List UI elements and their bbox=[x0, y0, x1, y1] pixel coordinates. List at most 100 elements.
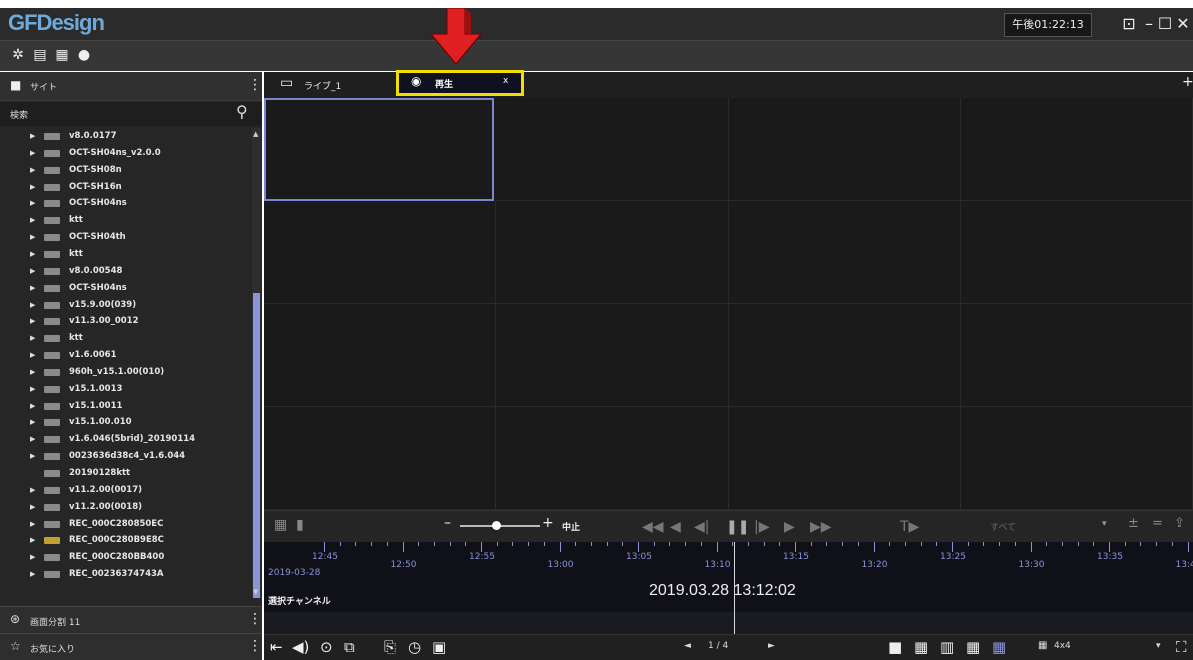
scroll-down-icon[interactable]: ▼ bbox=[253, 588, 258, 596]
tree-item[interactable]: ▶OCT-SH04ns bbox=[0, 280, 250, 297]
export-clip-icon[interactable]: ⇪ bbox=[1174, 516, 1185, 531]
tab-live-label[interactable]: ライブ_1 bbox=[304, 79, 341, 92]
tab-close-icon[interactable]: x bbox=[503, 76, 508, 86]
fast-forward-icon[interactable]: ▶▶ bbox=[810, 518, 832, 536]
timeline-track[interactable] bbox=[264, 612, 1193, 634]
bookmark-icon[interactable]: ▮ bbox=[296, 517, 304, 533]
fullscreen-icon[interactable]: ⛶ bbox=[1176, 638, 1187, 656]
filter-dropdown-icon[interactable]: ▾ bbox=[1102, 519, 1107, 529]
add-marker-icon[interactable]: ± bbox=[1128, 516, 1139, 531]
tree-item[interactable]: ▶0023636d38c4_v1.6.044 bbox=[0, 448, 250, 465]
video-cell[interactable] bbox=[961, 304, 1193, 407]
tree-item[interactable]: ▶OCT-SH04ns_v2.0.0 bbox=[0, 145, 250, 162]
search-row[interactable]: 検索 ⚲ bbox=[0, 102, 262, 126]
zoom-in-button[interactable]: + bbox=[542, 515, 554, 531]
favorites-panel[interactable]: ☆ お気に入り ⋮ bbox=[0, 633, 262, 660]
layout-dropdown-icon[interactable]: ▾ bbox=[1156, 641, 1161, 651]
play-forward-icon[interactable]: ▶ bbox=[784, 518, 795, 536]
export-icon[interactable]: ⊡ bbox=[1120, 14, 1138, 34]
expand-arrow-icon[interactable]: ▶ bbox=[30, 330, 35, 347]
video-cell[interactable] bbox=[496, 98, 728, 201]
video-cell[interactable] bbox=[729, 201, 961, 304]
tree-item[interactable]: ▶v1.6.0061 bbox=[0, 347, 250, 364]
pause-icon[interactable]: ❚❚ bbox=[726, 518, 749, 536]
maximize-button[interactable]: ☐ bbox=[1156, 14, 1174, 34]
tree-item[interactable]: ▶v15.9.00(039) bbox=[0, 297, 250, 314]
zoom-out-button[interactable]: – bbox=[444, 515, 451, 531]
expand-arrow-icon[interactable]: ▶ bbox=[30, 398, 35, 415]
expand-arrow-icon[interactable]: ▶ bbox=[30, 549, 35, 566]
layout-5x5-icon[interactable]: ▦ bbox=[992, 638, 1006, 656]
volume-icon[interactable]: ◀) bbox=[292, 638, 309, 656]
log-icon[interactable]: ▤ bbox=[32, 47, 48, 63]
sidebar-toggle-icon[interactable]: ⇤ bbox=[270, 638, 283, 656]
video-cell[interactable] bbox=[496, 304, 728, 407]
tree-item[interactable]: ▶v11.2.00(0017) bbox=[0, 482, 250, 499]
tree-item[interactable]: ▶REC_000C280B9E8C bbox=[0, 532, 250, 549]
tree-item[interactable]: ▶v8.0.00548 bbox=[0, 263, 250, 280]
tree-item[interactable]: ▶ktt bbox=[0, 212, 250, 229]
tree-item[interactable]: ▶OCT-SH16n bbox=[0, 179, 250, 196]
add-tab-button[interactable]: + bbox=[1182, 74, 1193, 90]
tab-playback[interactable]: ◉ 再生 x bbox=[396, 70, 524, 96]
tree-item[interactable]: ▶960h_v15.1.00(010) bbox=[0, 364, 250, 381]
video-cell[interactable] bbox=[961, 407, 1193, 510]
layout-1x1-icon[interactable]: ■ bbox=[888, 638, 902, 656]
expand-arrow-icon[interactable]: ▶ bbox=[30, 229, 35, 246]
layout-3x3-icon[interactable]: ▥ bbox=[940, 638, 954, 656]
expand-arrow-icon[interactable]: ▶ bbox=[30, 516, 35, 533]
snapshot-icon[interactable]: ⊙ bbox=[320, 638, 333, 656]
expand-arrow-icon[interactable]: ▶ bbox=[30, 448, 35, 465]
layout-select[interactable]: 4x4 bbox=[1054, 641, 1071, 651]
tree-item[interactable]: ▶ktt bbox=[0, 246, 250, 263]
settings-icon[interactable]: ✲ bbox=[10, 47, 26, 63]
expand-arrow-icon[interactable]: ▶ bbox=[30, 263, 35, 280]
tree-item[interactable]: ▶v15.1.00.010 bbox=[0, 414, 250, 431]
split-menu-icon[interactable]: ⋮ bbox=[248, 611, 262, 627]
clock-icon[interactable]: ◷ bbox=[408, 638, 421, 656]
expand-arrow-icon[interactable]: ▶ bbox=[30, 532, 35, 549]
rewind-icon[interactable]: ◀ bbox=[670, 518, 681, 536]
scroll-up-icon[interactable]: ▲ bbox=[253, 130, 258, 138]
timeline[interactable]: 12:4512:5012:5513:0013:0513:1013:1513:20… bbox=[264, 542, 1193, 612]
time-jump-icon[interactable]: T▶ bbox=[900, 518, 919, 536]
favorites-menu-icon[interactable]: ⋮ bbox=[248, 638, 262, 654]
video-cell[interactable] bbox=[729, 98, 961, 201]
screen-split-panel[interactable]: ⊛ 画面分割 11 ⋮ bbox=[0, 606, 262, 633]
tree-item[interactable]: ▶v11.2.00(0018) bbox=[0, 499, 250, 516]
list-icon[interactable]: ▦ bbox=[54, 47, 70, 63]
expand-arrow-icon[interactable]: ▶ bbox=[30, 195, 35, 212]
channel-filter-select[interactable]: すべて bbox=[990, 520, 1016, 533]
expand-arrow-icon[interactable]: ▶ bbox=[30, 145, 35, 162]
tree-item[interactable]: ▶OCT-SH04th bbox=[0, 229, 250, 246]
search-input[interactable]: 検索 bbox=[10, 108, 28, 121]
tree-item[interactable]: ▶v1.6.046(5brid)_20190114 bbox=[0, 431, 250, 448]
sidebar-menu-icon[interactable]: ⋮ bbox=[248, 77, 262, 93]
expand-arrow-icon[interactable]: ▶ bbox=[30, 381, 35, 398]
step-forward-icon[interactable]: |▶ bbox=[754, 518, 769, 536]
tree-item[interactable]: ▶v15.1.0013 bbox=[0, 381, 250, 398]
timeline-cursor[interactable] bbox=[734, 542, 735, 636]
tree-item[interactable]: ▶v11.3.00_0012 bbox=[0, 313, 250, 330]
page-next-button[interactable]: ► bbox=[768, 641, 775, 651]
expand-arrow-icon[interactable]: ▶ bbox=[30, 347, 35, 364]
page-prev-button[interactable]: ◄ bbox=[684, 641, 691, 651]
step-back-icon[interactable]: ◀| bbox=[694, 518, 709, 536]
video-cell[interactable] bbox=[264, 98, 494, 201]
info-icon[interactable]: ● bbox=[76, 47, 92, 63]
expand-arrow-icon[interactable]: ▶ bbox=[30, 246, 35, 263]
video-cell[interactable] bbox=[729, 304, 961, 407]
expand-arrow-icon[interactable]: ▶ bbox=[30, 414, 35, 431]
expand-arrow-icon[interactable]: ▶ bbox=[30, 212, 35, 229]
video-cell[interactable] bbox=[496, 201, 728, 304]
stop-button[interactable]: 中止 bbox=[562, 520, 580, 533]
layout-2x2-icon[interactable]: ▦ bbox=[914, 638, 928, 656]
expand-arrow-icon[interactable]: ▶ bbox=[30, 162, 35, 179]
fast-rewind-icon[interactable]: ◀◀ bbox=[642, 518, 664, 536]
zoom-slider-thumb[interactable] bbox=[492, 521, 501, 530]
multi-snapshot-icon[interactable]: ⧉ bbox=[344, 638, 355, 656]
video-cell[interactable] bbox=[264, 407, 496, 510]
tree-item[interactable]: ▶OCT-SH08n bbox=[0, 162, 250, 179]
expand-arrow-icon[interactable]: ▶ bbox=[30, 128, 35, 145]
video-cell[interactable] bbox=[496, 407, 728, 510]
